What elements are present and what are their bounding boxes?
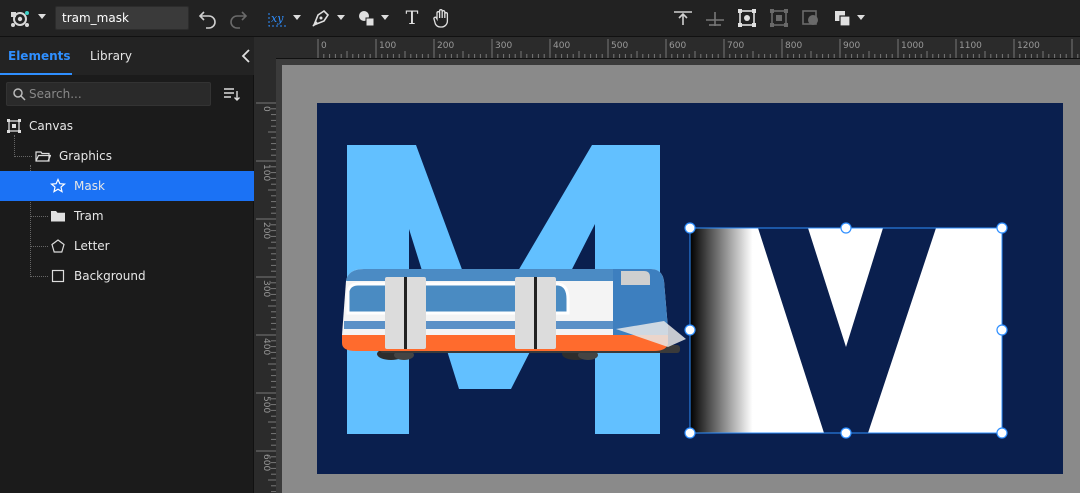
folder-open-icon	[35, 151, 51, 162]
tree-item-graphics[interactable]: Graphics	[0, 141, 254, 171]
resize-handle-bottom-right[interactable]	[996, 427, 1008, 439]
resize-handle-left[interactable]	[684, 324, 696, 336]
top-toolbar: xy T	[0, 0, 1080, 37]
ruler-label: 1200	[1017, 41, 1040, 51]
ruler-label: 100	[261, 164, 271, 181]
elements-panel: Elements Library C	[0, 37, 254, 493]
tree-item-label: Graphics	[59, 149, 112, 163]
tram-graphic[interactable]	[342, 269, 686, 360]
artboard[interactable]: M V	[276, 59, 1080, 493]
resize-handle-top-right[interactable]	[996, 222, 1008, 234]
group-icon[interactable]	[767, 7, 791, 29]
arrange-icon[interactable]	[831, 7, 855, 29]
tree-item-label: Letter	[74, 239, 110, 253]
coordinate-xy-icon[interactable]: xy	[266, 7, 290, 29]
active-tab-indicator	[0, 73, 72, 75]
ruler-label: 900	[843, 41, 860, 51]
resize-handle-bottom-left[interactable]	[684, 427, 696, 439]
horizontal-ruler[interactable]: 0 100 200 300 400 500 600 700 800 900 1000 1100 1200	[254, 37, 1080, 59]
resize-handle-right[interactable]	[996, 324, 1008, 336]
ruler-label: 1000	[901, 41, 924, 51]
arrange-caret-icon[interactable]	[857, 15, 865, 20]
ruler-label: 800	[785, 41, 802, 51]
resize-handle-bottom[interactable]	[840, 427, 852, 439]
align-middle-icon[interactable]	[703, 7, 727, 29]
tree-item-label: Mask	[74, 179, 105, 193]
vertical-ruler-ticks: 0 100 200 300 400 500 600	[256, 102, 276, 493]
svg-text:xy: xy	[271, 12, 284, 25]
sort-list-icon[interactable]	[222, 86, 240, 102]
tree-item-label: Tram	[74, 209, 104, 223]
rectangle-icon	[51, 269, 65, 283]
search-input[interactable]	[29, 85, 209, 103]
app-menu-caret-icon[interactable]	[38, 14, 46, 19]
frame-icon[interactable]	[735, 7, 759, 29]
shapes-caret-icon[interactable]	[381, 15, 389, 20]
tree-item-canvas[interactable]: Canvas	[0, 111, 254, 141]
filename-input[interactable]	[55, 6, 189, 30]
ruler-label: 400	[553, 41, 570, 51]
panel-tabs: Elements Library	[0, 37, 254, 75]
horizontal-ruler-ticks: 0 100 200 300 400 500 600 700 800 900 1000 1100 1200	[317, 39, 1079, 58]
canvas-icon	[7, 119, 21, 133]
ruler-label: 700	[727, 41, 744, 51]
star-icon	[50, 178, 66, 193]
tab-library[interactable]: Library	[90, 49, 132, 63]
canvas-workspace[interactable]: M V	[276, 59, 1080, 493]
ruler-label: 300	[495, 41, 512, 51]
ruler-label: 500	[261, 396, 271, 413]
pentagon-icon	[51, 239, 65, 253]
vertical-ruler[interactable]: 0 100 200 300 400 500 600	[254, 59, 276, 493]
align-top-icon[interactable]	[671, 7, 695, 29]
ruler-label: 200	[437, 41, 454, 51]
ruler-label: 0	[321, 41, 327, 51]
tree-item-label: Canvas	[29, 119, 74, 133]
search-box	[6, 82, 211, 106]
ruler-label: 300	[261, 280, 271, 297]
shapes-icon[interactable]	[355, 7, 379, 29]
hand-tool-icon[interactable]	[430, 7, 454, 29]
app-logo-icon[interactable]	[9, 9, 31, 29]
pen-tool-icon[interactable]	[310, 7, 334, 29]
tree-item-background[interactable]: Background	[0, 261, 254, 291]
ruler-label: 600	[669, 41, 686, 51]
ruler-label: 500	[611, 41, 628, 51]
text-tool-icon[interactable]: T	[400, 7, 424, 29]
ruler-label: 0	[261, 106, 271, 112]
tree-item-mask[interactable]: Mask	[0, 171, 254, 201]
tree-item-letter[interactable]: Letter	[0, 231, 254, 261]
tree-item-tram[interactable]: Tram	[0, 201, 254, 231]
search-icon	[13, 88, 26, 101]
pen-caret-icon[interactable]	[337, 15, 345, 20]
ruler-label: 400	[261, 338, 271, 355]
collapse-panel-icon[interactable]	[240, 47, 252, 65]
ruler-label: 200	[261, 222, 271, 239]
coordinate-caret-icon[interactable]	[293, 15, 301, 20]
folder-icon	[51, 211, 65, 222]
mask-icon[interactable]	[799, 7, 823, 29]
resize-handle-top[interactable]	[840, 222, 852, 234]
tab-elements[interactable]: Elements	[8, 49, 71, 63]
resize-handle-top-left[interactable]	[684, 222, 696, 234]
tree-item-label: Background	[74, 269, 146, 283]
ruler-label: 1100	[959, 41, 982, 51]
ruler-label: 600	[261, 454, 271, 471]
redo-icon[interactable]	[226, 7, 250, 29]
ruler-corner	[254, 37, 276, 59]
undo-icon[interactable]	[196, 7, 220, 29]
ruler-label: 100	[379, 41, 396, 51]
